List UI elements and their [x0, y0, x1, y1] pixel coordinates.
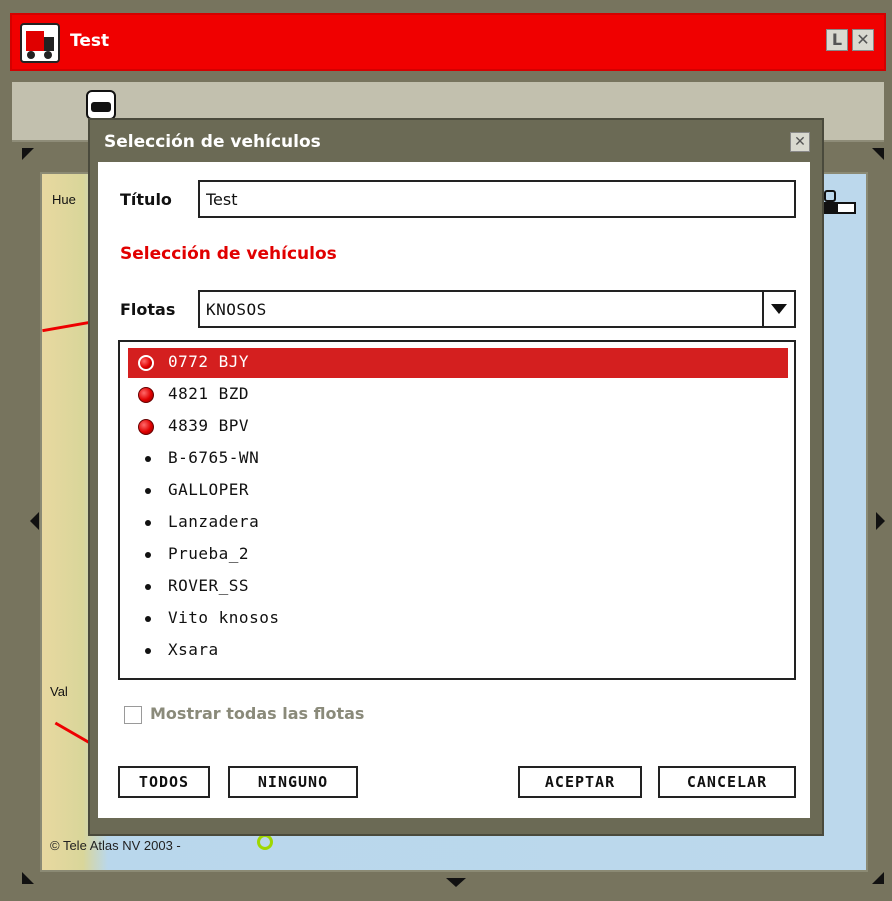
- bullet-icon: [145, 456, 151, 462]
- vehicle-name: B-6765-WN: [168, 448, 260, 467]
- title-input[interactable]: [198, 180, 796, 218]
- vehicle-tool-icon[interactable]: [86, 90, 116, 120]
- bullet-icon: [145, 552, 151, 558]
- fleet-select[interactable]: KNOSOS: [198, 290, 796, 328]
- pan-left-icon[interactable]: [30, 512, 39, 530]
- window-close-button[interactable]: ✕: [852, 29, 874, 51]
- vehicle-status-red-icon: [138, 419, 154, 435]
- select-none-button[interactable]: NINGUNO: [228, 766, 358, 798]
- vehicle-list-item[interactable]: 4821 BZD: [128, 380, 788, 410]
- vehicle-name: Lanzadera: [168, 512, 260, 531]
- pan-up-left-icon[interactable]: [22, 148, 34, 160]
- bullet-icon: [145, 584, 151, 590]
- vehicle-name: Vito knosos: [168, 608, 280, 627]
- vehicle-name: GALLOPER: [168, 480, 250, 499]
- fleet-label: Flotas: [120, 300, 176, 319]
- vehicle-list[interactable]: 0772 BJY 4821 BZD 4839 BPV B-6765-WN GALLOPE…: [118, 340, 796, 680]
- bullet-icon: [145, 616, 151, 622]
- show-all-fleets-checkbox[interactable]: [124, 706, 142, 724]
- chevron-down-icon: [771, 304, 787, 314]
- dropdown-button[interactable]: [762, 292, 794, 326]
- tele-atlas-logo-icon: [257, 834, 273, 850]
- bullet-icon: [145, 520, 151, 526]
- vehicle-list-item[interactable]: 0772 BJY: [128, 348, 788, 378]
- pan-down-right-icon[interactable]: [872, 872, 884, 884]
- section-title: Selección de vehículos: [120, 244, 337, 264]
- scale-icon[interactable]: [820, 186, 856, 214]
- fleet-select-value: KNOSOS: [206, 300, 267, 319]
- vehicle-list-item[interactable]: 4839 BPV: [128, 412, 788, 442]
- map-copyright: © Tele Atlas NV 2003 -: [50, 838, 181, 853]
- vehicle-name: ROVER_SS: [168, 576, 250, 595]
- select-all-button[interactable]: TODOS: [118, 766, 210, 798]
- bullet-icon: [145, 488, 151, 494]
- window-title: Test: [70, 31, 110, 51]
- vehicle-status-red-icon: [138, 387, 154, 403]
- pan-down-icon[interactable]: [446, 878, 466, 887]
- vehicle-name: 0772 BJY: [168, 352, 250, 371]
- dialog-body: Título Selección de vehículos Flotas KNO…: [98, 162, 810, 818]
- pan-up-right-icon[interactable]: [872, 148, 884, 160]
- map-city-label: Hue: [52, 192, 76, 207]
- vehicle-name: Prueba_2: [168, 544, 250, 563]
- vehicle-name: 4821 BZD: [168, 384, 250, 403]
- pan-down-left-icon[interactable]: [22, 872, 34, 884]
- cancel-button[interactable]: CANCELAR: [658, 766, 796, 798]
- dialog-close-button[interactable]: ✕: [790, 132, 810, 152]
- vehicle-list-item[interactable]: B-6765-WN: [128, 444, 788, 474]
- vehicle-list-item[interactable]: Prueba_2: [128, 540, 788, 570]
- vehicle-status-red-icon: [138, 355, 154, 371]
- title-label: Título: [120, 190, 172, 209]
- pan-right-icon[interactable]: [876, 512, 885, 530]
- vehicle-list-item[interactable]: GALLOPER: [128, 476, 788, 506]
- bullet-icon: [145, 648, 151, 654]
- vehicle-list-item[interactable]: Lanzadera: [128, 508, 788, 538]
- window-titlebar[interactable]: Test L ✕: [10, 13, 886, 71]
- vehicle-list-item[interactable]: Xsara: [128, 636, 788, 666]
- minimize-button[interactable]: L: [826, 29, 848, 51]
- vehicle-name: Xsara: [168, 640, 219, 659]
- vehicle-name: 4839 BPV: [168, 416, 250, 435]
- dialog-title: Selección de vehículos: [104, 132, 321, 152]
- truck-icon: [20, 23, 60, 63]
- show-all-fleets-label[interactable]: Mostrar todas las flotas: [150, 704, 364, 723]
- map-city-label: Val: [50, 684, 68, 699]
- accept-button[interactable]: ACEPTAR: [518, 766, 642, 798]
- vehicle-list-item[interactable]: Vito knosos: [128, 604, 788, 634]
- vehicle-selection-dialog: Selección de vehículos ✕ Título Selecció…: [88, 118, 824, 836]
- vehicle-list-item[interactable]: ROVER_SS: [128, 572, 788, 602]
